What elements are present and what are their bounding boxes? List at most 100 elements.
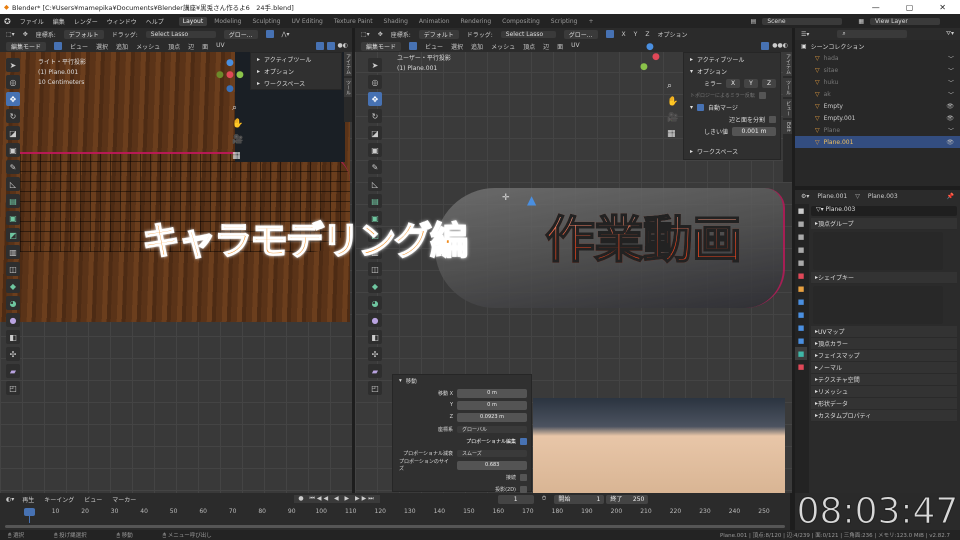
visibility-icon[interactable]: ﹀	[948, 66, 954, 75]
editor-menu-item[interactable]: 頂点	[523, 42, 535, 51]
scene-tab-icon[interactable]: ■	[795, 256, 807, 269]
outliner-item[interactable]: ▽ Empty.001 👁	[795, 112, 960, 124]
modifier-tab-icon[interactable]: ■	[795, 295, 807, 308]
navigation-gizmo[interactable]: ● ● ● ● ●	[216, 58, 248, 98]
rotate-tool-icon[interactable]: ↻	[6, 109, 20, 123]
visibility-icon[interactable]: 👁	[946, 115, 954, 122]
mirror-y-toggle[interactable]: Y	[744, 78, 758, 88]
editor-menu-item[interactable]: メッシュ	[136, 42, 160, 51]
mode-dropdown[interactable]: 編集モード	[6, 41, 47, 51]
sidebar-tab-item[interactable]: アイテム	[783, 52, 792, 76]
edge-slide-tool-icon[interactable]: ◧	[6, 330, 20, 344]
editor-menu-item[interactable]: ビュー	[425, 42, 443, 51]
sidebar-tab-tool[interactable]: ツール	[783, 78, 792, 97]
particles-tab-icon[interactable]: ■	[795, 308, 807, 321]
list-box[interactable]	[813, 286, 943, 324]
tool-tab-icon[interactable]: ■	[795, 204, 807, 217]
vertex-select-mode[interactable]	[409, 42, 418, 50]
outliner-item[interactable]: ▽ Empty 👁	[795, 100, 960, 112]
inset-tool-icon[interactable]: ▣	[6, 211, 20, 225]
spin-tool-icon[interactable]: ◕	[368, 296, 382, 310]
loop-cut-tool-icon[interactable]: ▥	[6, 245, 20, 259]
shear-tool-icon[interactable]: ▰	[368, 364, 382, 378]
editor-menu-item[interactable]: 追加	[471, 42, 483, 51]
threshold-field[interactable]: 0.001 m	[732, 126, 776, 136]
visibility-icon[interactable]: ﹀	[948, 126, 954, 135]
editor-menu-item[interactable]: 辺	[543, 42, 549, 51]
tab-workspace[interactable]: Animation	[415, 17, 454, 26]
move-tool-icon[interactable]: ✥	[368, 92, 382, 106]
cursor-3d-tool-icon[interactable]: ◎	[368, 75, 382, 89]
navigation-gizmo[interactable]: ● ● ●	[640, 42, 665, 72]
options-dropdown[interactable]: オプション	[657, 30, 687, 39]
annotate-tool-icon[interactable]: ✎	[6, 160, 20, 174]
editor-menu-item[interactable]: ビュー	[70, 42, 88, 51]
playhead[interactable]	[24, 508, 35, 516]
scale-tool-icon[interactable]: ◪	[368, 126, 382, 140]
popup-section[interactable]: ▸ ワークスペース	[251, 77, 341, 89]
size-field[interactable]: 0.683	[457, 460, 527, 470]
outliner-item[interactable]: ▽ huku ﹀	[795, 76, 960, 88]
rip-tool-icon[interactable]: ◰	[368, 381, 382, 395]
menu-item[interactable]: 編集	[53, 17, 65, 26]
mirror-x[interactable]: X	[622, 31, 626, 38]
topology-mirror-checkbox[interactable]	[758, 91, 766, 99]
render-tab-icon[interactable]: ■	[795, 217, 807, 230]
shrink-tool-icon[interactable]: ✣	[368, 347, 382, 361]
tab-workspace[interactable]: Sculpting	[248, 17, 284, 26]
select-box-icon[interactable]: ⬚▾	[6, 31, 15, 38]
scale-tool-icon[interactable]: ◪	[6, 126, 20, 140]
mesh-breadcrumb[interactable]: Plane.003	[868, 193, 898, 200]
pin-icon[interactable]: 📌	[947, 193, 960, 200]
tab-workspace[interactable]: Scripting	[547, 17, 582, 26]
cursor-tool-icon[interactable]: ➤	[6, 58, 20, 72]
sidebar-tab-view[interactable]: ビュー	[783, 99, 792, 118]
editor-menu-item[interactable]: 選択	[451, 42, 463, 51]
mirror-y[interactable]: Y	[634, 31, 638, 38]
world-tab-icon[interactable]: ■	[795, 269, 807, 282]
scene-selector[interactable]: Scene	[762, 17, 843, 25]
poly-build-tool-icon[interactable]: ◆	[368, 279, 382, 293]
overlay-toggle[interactable]	[315, 42, 324, 50]
object-tab-icon[interactable]: ■	[795, 282, 807, 295]
mesh-datablock-field[interactable]: ▽▾ Plane.003	[811, 206, 957, 216]
view-controls[interactable]: ⌕ ✋ 🎥 ▦	[232, 100, 243, 164]
physics-tab-icon[interactable]: ■	[795, 321, 807, 334]
transform-tool-icon[interactable]: ▣	[368, 143, 382, 157]
outliner-item[interactable]: ▽ hada ﹀	[795, 52, 960, 64]
orientation-dropdown[interactable]: グロー...	[223, 29, 258, 39]
outliner-item[interactable]: ▽ ak ﹀	[795, 88, 960, 100]
proportional-icon[interactable]: ⋀▾	[282, 31, 290, 38]
editor-menu-item[interactable]: メッシュ	[491, 42, 515, 51]
visibility-icon[interactable]: ﹀	[948, 90, 954, 99]
pivot-dropdown[interactable]: デフォルト	[418, 29, 459, 39]
blender-menu-icon[interactable]: ✪	[4, 17, 11, 26]
shear-tool-icon[interactable]: ▰	[6, 364, 20, 378]
poly-build-tool-icon[interactable]: ◆	[6, 279, 20, 293]
properties-section[interactable]: ▸ 頂点カラー	[811, 338, 957, 350]
shrink-tool-icon[interactable]: ✣	[6, 347, 20, 361]
workspace-section[interactable]: ▸ ワークスペース	[684, 145, 780, 157]
tab-workspace[interactable]: UV Editing	[288, 17, 327, 26]
menu-item[interactable]: ウィンドウ	[107, 17, 137, 26]
falloff-dropdown[interactable]: スムーズ	[457, 449, 527, 457]
snap-toggle[interactable]	[605, 30, 614, 38]
orient-dropdown[interactable]: グローバル	[457, 425, 527, 433]
cursor-tool-icon[interactable]: ➤	[368, 58, 382, 72]
editor-menu-item[interactable]: 選択	[96, 42, 108, 51]
shading-solid-icon[interactable]: ●◐	[338, 42, 348, 50]
visibility-icon[interactable]: ﹀	[948, 78, 954, 87]
properties-section[interactable]: ▸ テクスチャ空間	[811, 374, 957, 386]
properties-section[interactable]: ▸ リメッシュ	[811, 386, 957, 398]
value-field[interactable]: 0 m	[457, 400, 527, 410]
mirror-x-toggle[interactable]: X	[726, 78, 740, 88]
menu-item[interactable]: ファイル	[20, 17, 44, 26]
orientation-dropdown[interactable]: グロー...	[563, 29, 598, 39]
visibility-icon[interactable]: 👁	[946, 139, 954, 146]
mirror-z-toggle[interactable]: Z	[762, 78, 776, 88]
smooth-tool-icon[interactable]: ●	[368, 313, 382, 327]
tab-workspace[interactable]: Modeling	[210, 17, 245, 26]
auto-merge-checkbox[interactable]	[697, 103, 705, 111]
editor-menu-item[interactable]: 追加	[116, 42, 128, 51]
visibility-icon[interactable]: ﹀	[948, 54, 954, 63]
